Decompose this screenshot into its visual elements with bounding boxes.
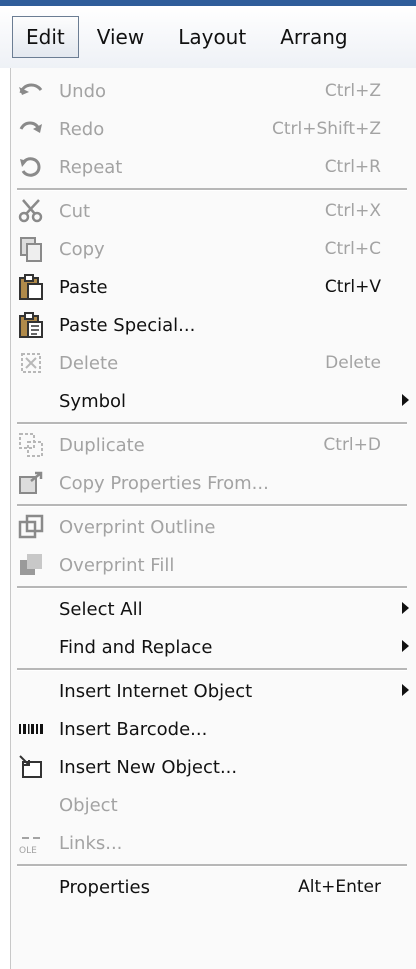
copy-icon xyxy=(20,237,42,262)
menu-item-shortcut: Ctrl+D xyxy=(323,435,381,455)
menu-separator xyxy=(17,586,407,589)
menu-item-cut[interactable]: Cut Ctrl+X xyxy=(11,192,416,230)
menu-item-shortcut: Ctrl+Shift+Z xyxy=(271,119,381,139)
repeat-icon xyxy=(20,157,41,177)
menu-item-insert-barcode[interactable]: Insert Barcode... xyxy=(11,710,416,748)
menu-item-label: Select All xyxy=(59,599,143,620)
menu-item-label: Insert Internet Object xyxy=(59,681,253,702)
menu-item-label: Overprint Outline xyxy=(59,517,216,538)
copy-properties-icon xyxy=(19,471,43,494)
submenu-arrow-icon xyxy=(402,394,409,406)
scissors-icon xyxy=(18,199,43,223)
ole-links-icon: OLE xyxy=(19,837,40,856)
submenu-arrow-icon xyxy=(402,640,409,652)
menu-item-find-and-replace[interactable]: Find and Replace xyxy=(11,628,416,666)
menu-item-properties[interactable]: Properties Alt+Enter xyxy=(11,868,416,906)
menu-item-label: Copy xyxy=(59,239,105,260)
insert-object-icon xyxy=(19,755,42,778)
paste-icon xyxy=(19,274,43,300)
duplicate-icon xyxy=(19,433,43,457)
menu-item-object[interactable]: Object xyxy=(11,786,416,824)
menu-item-copy-properties-from[interactable]: Copy Properties From... xyxy=(11,464,416,502)
overprint-outline-icon xyxy=(18,514,44,539)
menu-item-delete[interactable]: Delete Delete xyxy=(11,344,416,382)
menu-item-label: Repeat xyxy=(59,157,123,178)
menu-item-label: Delete xyxy=(59,353,119,374)
menu-item-label: Redo xyxy=(59,119,105,140)
menu-item-undo[interactable]: Undo Ctrl+Z xyxy=(11,72,416,110)
menu-separator xyxy=(17,668,407,671)
menu-arrange[interactable]: Arrang xyxy=(264,15,363,59)
submenu-arrow-icon xyxy=(402,684,409,696)
menu-item-label: Insert Barcode... xyxy=(59,719,208,740)
menu-item-shortcut: Alt+Enter xyxy=(298,877,381,897)
menu-item-overprint-outline[interactable]: Overprint Outline xyxy=(11,508,416,546)
menu-item-insert-new-object[interactable]: Insert New Object... xyxy=(11,748,416,786)
menu-view[interactable]: View xyxy=(81,15,160,59)
menu-item-label: Paste xyxy=(59,277,108,298)
menu-item-insert-internet-object[interactable]: Insert Internet Object xyxy=(11,672,416,710)
menu-item-paste[interactable]: Paste Ctrl+V xyxy=(11,268,416,306)
menu-item-shortcut: Delete xyxy=(325,353,381,373)
menu-item-label: Cut xyxy=(59,201,91,222)
menu-separator xyxy=(17,422,407,425)
menu-item-redo[interactable]: Redo Ctrl+Shift+Z xyxy=(11,110,416,148)
menu-item-shortcut: Ctrl+V xyxy=(324,277,381,297)
delete-icon xyxy=(21,353,41,373)
menu-layout[interactable]: Layout xyxy=(162,15,262,59)
menu-item-label: Properties xyxy=(59,877,150,898)
svg-text:OLE: OLE xyxy=(19,846,37,856)
redo-icon xyxy=(19,121,42,133)
menu-item-label: Links... xyxy=(59,833,123,854)
menu-item-symbol[interactable]: Symbol xyxy=(11,382,416,420)
menu-item-label: Undo xyxy=(59,81,107,102)
menu-item-copy[interactable]: Copy Ctrl+C xyxy=(11,230,416,268)
overprint-fill-icon xyxy=(20,554,42,575)
menu-item-label: Find and Replace xyxy=(59,637,213,658)
menu-item-label: Object xyxy=(59,795,118,816)
menu-item-duplicate[interactable]: Duplicate Ctrl+D xyxy=(11,426,416,464)
paste-special-icon xyxy=(19,312,43,338)
submenu-arrow-icon xyxy=(402,602,409,614)
barcode-icon xyxy=(19,724,43,734)
menu-edit[interactable]: Edit xyxy=(12,16,79,58)
menu-item-paste-special[interactable]: Paste Special... xyxy=(11,306,416,344)
menu-item-label: Paste Special... xyxy=(59,315,196,336)
menu-item-shortcut: Ctrl+X xyxy=(324,201,381,221)
menu-item-links[interactable]: OLE Links... xyxy=(11,824,416,862)
menu-item-label: Copy Properties From... xyxy=(59,473,269,494)
menu-item-label: Duplicate xyxy=(59,435,145,456)
menu-separator xyxy=(17,864,407,867)
menu-item-shortcut: Ctrl+Z xyxy=(324,81,381,101)
menu-item-label: Overprint Fill xyxy=(59,555,175,576)
menu-item-shortcut: Ctrl+R xyxy=(324,157,381,177)
menu-item-label: Symbol xyxy=(59,391,127,412)
menu-item-label: Insert New Object... xyxy=(59,757,238,778)
menu-item-shortcut: Ctrl+C xyxy=(324,239,381,259)
edit-dropdown-menu: Undo Ctrl+Z Redo Ctrl+Shift+Z Repeat Ctr… xyxy=(10,68,416,969)
menu-separator xyxy=(17,504,407,507)
menu-item-repeat[interactable]: Repeat Ctrl+R xyxy=(11,148,416,186)
menu-separator xyxy=(17,188,407,191)
menu-bar: Edit View Layout Arrang xyxy=(0,6,416,68)
menu-item-overprint-fill[interactable]: Overprint Fill xyxy=(11,546,416,584)
undo-icon xyxy=(19,83,43,95)
menu-item-select-all[interactable]: Select All xyxy=(11,590,416,628)
